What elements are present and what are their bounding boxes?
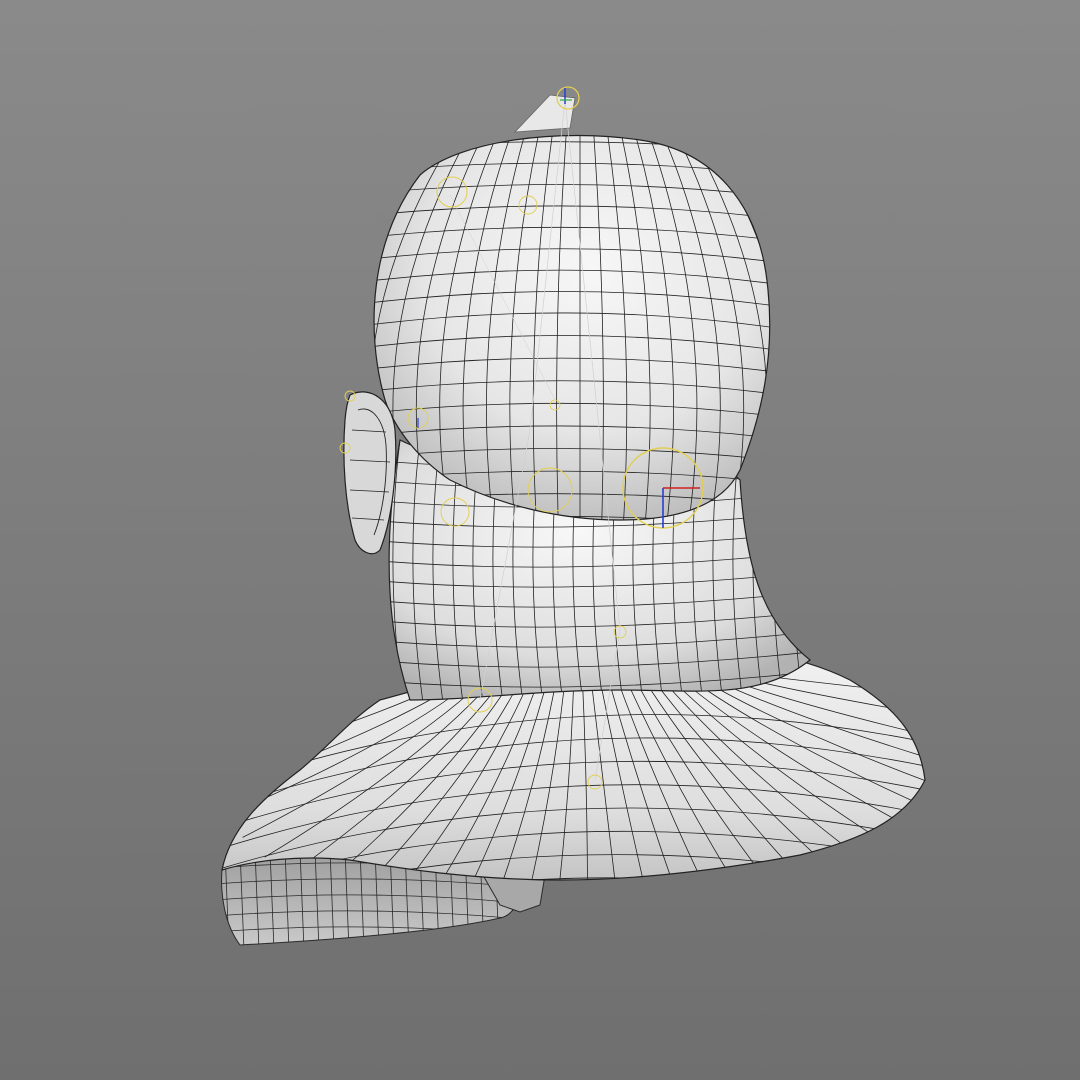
3d-viewport[interactable] [0, 0, 1080, 1080]
viewport-canvas[interactable] [0, 0, 1080, 1080]
